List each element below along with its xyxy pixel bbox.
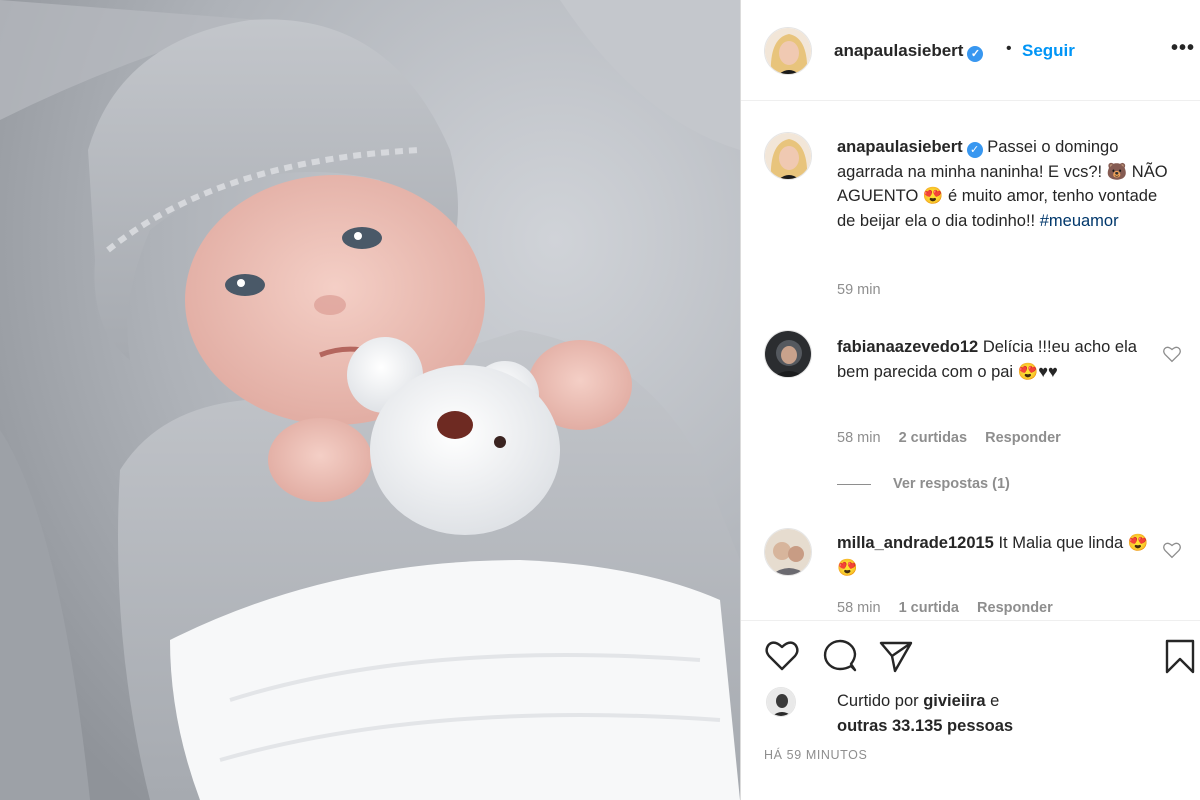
verified-badge-icon: ✓ bbox=[967, 46, 984, 62]
instagram-post: anapaulasiebert ✓ • Seguir ••• anapaulasi… bbox=[0, 0, 1200, 800]
view-replies-button[interactable]: Ver respostas (1) bbox=[837, 476, 1010, 492]
bookmark-icon[interactable] bbox=[1162, 638, 1198, 674]
comment-like-icon[interactable] bbox=[1162, 345, 1182, 363]
hashtag-link[interactable]: #meuamor bbox=[1040, 212, 1119, 230]
caption-meta: 59 min bbox=[837, 282, 895, 298]
comment-text: milla_andrade12015 It Malia que linda 😍😍 bbox=[837, 531, 1155, 580]
follow-button[interactable]: Seguir bbox=[1022, 41, 1075, 61]
comment-avatar-image bbox=[765, 529, 811, 575]
caption-username[interactable]: anapaulasiebert bbox=[837, 138, 963, 156]
liked-by-connector: e bbox=[985, 692, 1000, 710]
comment-meta: 58 min 2 curtidas Responder bbox=[837, 430, 1075, 446]
liked-by-prefix: Curtido por bbox=[837, 692, 924, 710]
post-actions: Curtido por givieiira e outras 33.135 pe… bbox=[741, 620, 1200, 800]
likes-count-link[interactable]: outras 33.135 pessoas bbox=[837, 717, 1013, 735]
liked-by-avatar-image bbox=[767, 688, 795, 716]
post-header: anapaulasiebert ✓ • Seguir ••• bbox=[741, 0, 1200, 101]
comment-likes-count[interactable]: 1 curtida bbox=[899, 600, 959, 616]
post-timestamp[interactable]: HÁ 59 MINUTOS bbox=[764, 748, 867, 762]
author-avatar-image bbox=[765, 28, 811, 74]
post-photo[interactable] bbox=[0, 0, 740, 800]
liked-by-username[interactable]: givieiira bbox=[923, 692, 985, 710]
baby-photo-illustration bbox=[0, 0, 740, 800]
caption-time[interactable]: 59 min bbox=[837, 282, 881, 298]
follow-separator: • bbox=[1006, 40, 1012, 57]
caption-avatar[interactable] bbox=[764, 132, 812, 180]
caption-text: anapaulasiebert ✓ Passei o domingo agarra… bbox=[837, 135, 1177, 233]
comment-avatar[interactable] bbox=[764, 330, 812, 378]
reply-button[interactable]: Responder bbox=[977, 600, 1053, 616]
author-avatar[interactable] bbox=[764, 27, 812, 75]
share-icon[interactable] bbox=[878, 638, 914, 674]
comment-username[interactable]: fabianaazevedo12 bbox=[837, 338, 978, 356]
verified-badge-icon: ✓ bbox=[966, 142, 983, 158]
likes-summary: Curtido por givieiira e outras 33.135 pe… bbox=[837, 689, 1013, 739]
comment-icon[interactable] bbox=[822, 638, 858, 674]
reply-button[interactable]: Responder bbox=[985, 430, 1061, 446]
caption-avatar-image bbox=[765, 133, 811, 179]
comments-list[interactable]: anapaulasiebert ✓ Passei o domingo agarra… bbox=[741, 102, 1200, 620]
comment-like-icon[interactable] bbox=[1162, 541, 1182, 559]
comment-time[interactable]: 58 min bbox=[837, 430, 881, 446]
more-options-icon[interactable]: ••• bbox=[1171, 37, 1195, 60]
comment-likes-count[interactable]: 2 curtidas bbox=[899, 430, 968, 446]
replies-divider bbox=[837, 483, 871, 485]
comment-username[interactable]: milla_andrade12015 bbox=[837, 534, 994, 552]
comment-text: fabianaazevedo12 Delícia !!!eu acho ela … bbox=[837, 335, 1155, 384]
author-username[interactable]: anapaulasiebert ✓ bbox=[834, 41, 984, 62]
comment-meta: 58 min 1 curtida Responder bbox=[837, 600, 1067, 616]
comment-time[interactable]: 58 min bbox=[837, 600, 881, 616]
post-side-panel: anapaulasiebert ✓ • Seguir ••• anapaulasi… bbox=[740, 0, 1200, 800]
heart-icon[interactable] bbox=[764, 638, 800, 674]
liked-by-avatar[interactable] bbox=[766, 687, 796, 717]
comment-avatar[interactable] bbox=[764, 528, 812, 576]
comment-avatar-image bbox=[765, 331, 811, 377]
